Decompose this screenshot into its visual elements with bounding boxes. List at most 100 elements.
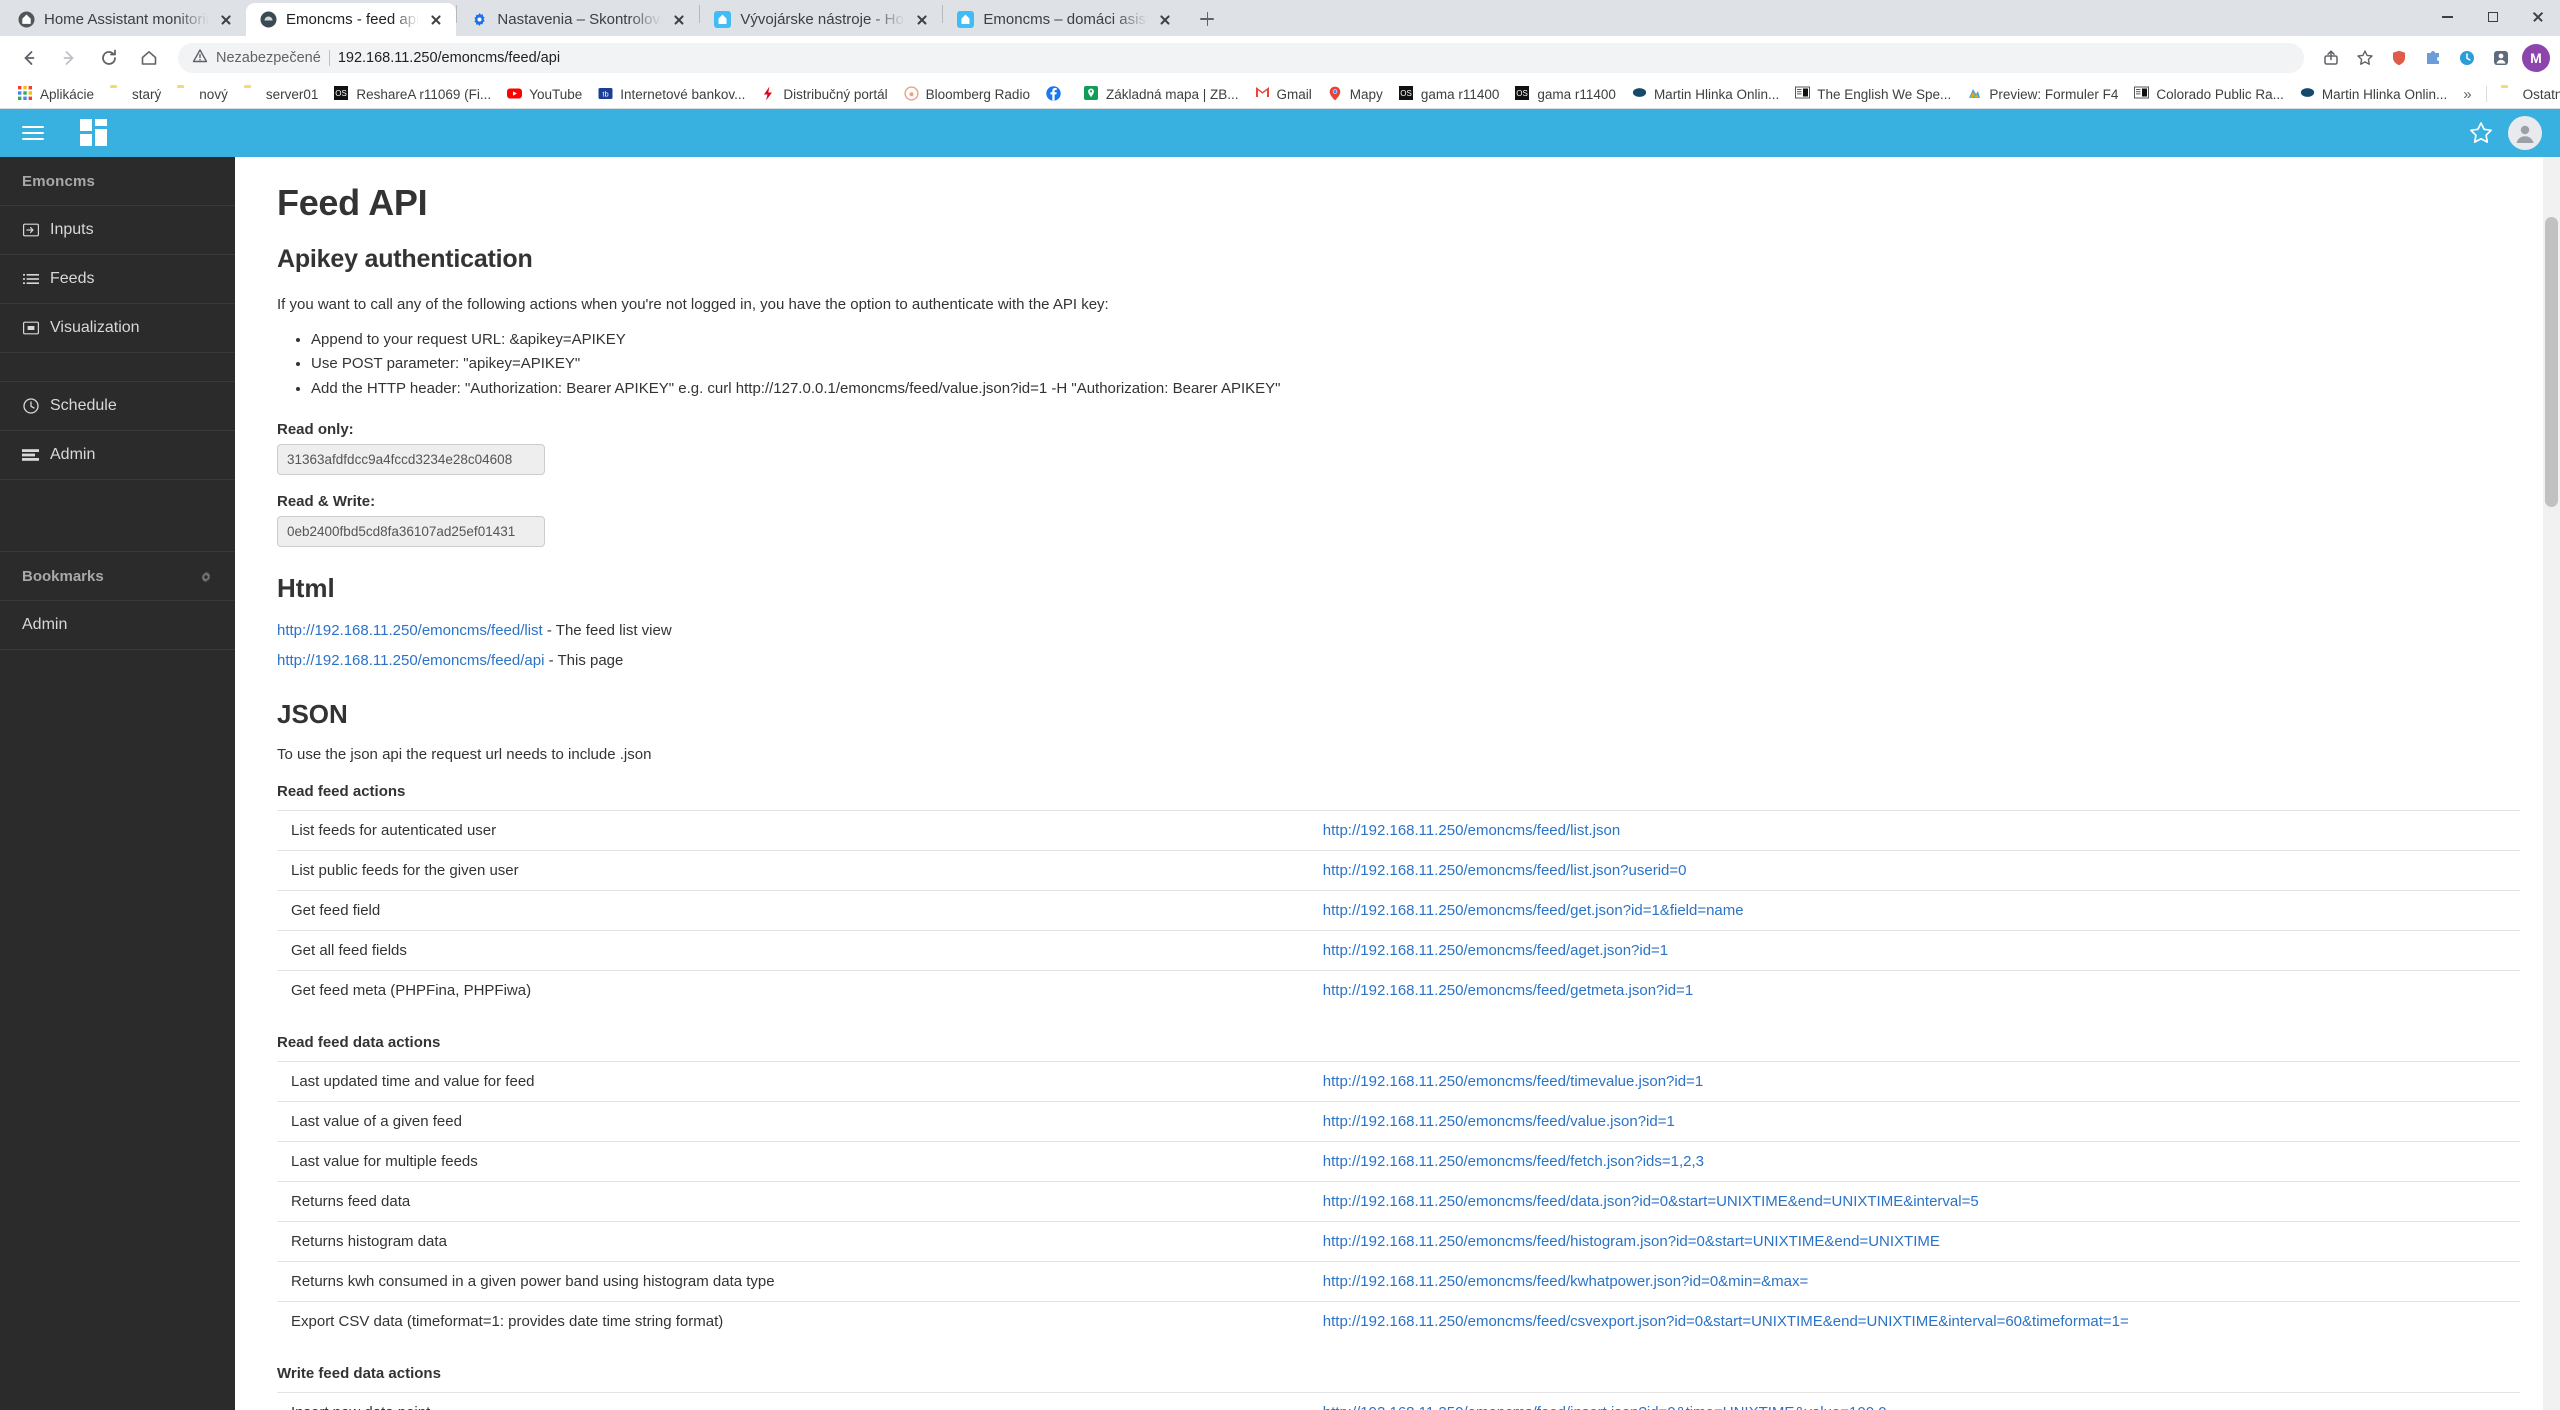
bookmark-label: Martin Hlinka Onlin... [2321, 86, 2448, 102]
minimize-button[interactable] [2425, 0, 2470, 34]
action-url[interactable]: http://192.168.11.250/emoncms/feed/fetch… [1323, 1153, 1704, 1170]
emoncms-grid-logo[interactable] [80, 119, 108, 147]
os-icon: OS [334, 86, 350, 102]
folder-icon [2501, 86, 2517, 102]
page-scrollbar[interactable] [2543, 157, 2560, 1410]
bookmark-item-ostatne[interactable]: Ostatné [2493, 83, 2560, 105]
action-url[interactable]: http://192.168.11.250/emoncms/feed/getme… [1323, 982, 1693, 999]
address-bar[interactable]: Nezabezpečené 192.168.11.250/emoncms/fee… [178, 43, 2304, 73]
bookmark-item-server01[interactable]: server01 [236, 83, 327, 105]
table-row[interactable]: Last value of a given feed http://192.168… [277, 1100, 2520, 1142]
bookmarks-overflow-button[interactable]: » [2455, 83, 2479, 106]
action-url[interactable]: http://192.168.11.250/emoncms/feed/histo… [1323, 1233, 1940, 1250]
browser-tab-5[interactable]: Emoncms – domáci asistent [943, 3, 1185, 36]
close-icon[interactable] [218, 12, 234, 28]
back-button[interactable] [10, 39, 48, 77]
home-button[interactable] [130, 39, 168, 77]
app-topbar [0, 109, 2560, 157]
close-icon[interactable] [671, 12, 687, 28]
bookmark-item-gama-1[interactable]: OS gama r11400 [1391, 83, 1508, 105]
forward-button[interactable] [50, 39, 88, 77]
new-tab-button[interactable] [1193, 5, 1221, 33]
bookmark-item-stary[interactable]: starý [102, 83, 169, 105]
close-icon[interactable] [1157, 12, 1173, 28]
bookmark-item-martin-hlinka-1[interactable]: Martin Hlinka Onlin... [1624, 83, 1787, 105]
sidebar-item-visualization[interactable]: Visualization [0, 304, 235, 353]
bookmark-item-gama-2[interactable]: OS gama r11400 [1507, 83, 1624, 105]
feed-api-link[interactable]: http://192.168.11.250/emoncms/feed/api [277, 652, 544, 669]
bookmark-label: ReshareA r11069 (Fi... [356, 86, 492, 102]
table-row[interactable]: Last value for multiple feeds http://192.… [277, 1140, 2520, 1182]
reload-button[interactable] [90, 39, 128, 77]
table-row[interactable]: Returns feed data http://192.168.11.250/e… [277, 1180, 2520, 1222]
maximize-button[interactable] [2470, 0, 2515, 34]
read-only-apikey-field[interactable]: 31363afdfdcc9a4fccd3234e28c04608 [277, 443, 545, 475]
action-url[interactable]: http://192.168.11.250/emoncms/feed/kwhat… [1323, 1273, 1808, 1290]
action-url[interactable]: http://192.168.11.250/emoncms/feed/inser… [1323, 1404, 1887, 1410]
table-row[interactable]: List feeds for autenticated user http://1… [277, 809, 2520, 851]
table-row[interactable]: Insert new data point http://192.168.11.2… [277, 1391, 2520, 1410]
browser-tab-3[interactable]: Nastavenia – Skontrolovať heslá [457, 3, 699, 36]
action-url[interactable]: http://192.168.11.250/emoncms/feed/list.… [1323, 862, 1687, 879]
action-url[interactable]: http://192.168.11.250/emoncms/feed/timev… [1323, 1073, 1703, 1090]
table-row[interactable]: Returns kwh consumed in a given power ba… [277, 1260, 2520, 1302]
hamburger-menu-icon[interactable] [14, 116, 52, 150]
table-row[interactable]: Get all feed fields http://192.168.11.250… [277, 929, 2520, 971]
action-url[interactable]: http://192.168.11.250/emoncms/feed/aget.… [1323, 942, 1668, 959]
bookmark-item-mapy[interactable]: Mapy [1320, 83, 1391, 105]
action-url[interactable]: http://192.168.11.250/emoncms/feed/list.… [1323, 822, 1620, 839]
browser-tab-1[interactable]: Home Assistant monitoring FVE a [4, 3, 246, 36]
bookmark-label: The English We Spe... [1817, 86, 1952, 102]
close-icon[interactable] [914, 12, 930, 28]
bookmark-star-icon[interactable] [2348, 41, 2382, 75]
bookmark-star-icon[interactable] [2468, 120, 2494, 146]
svg-text:tb: tb [603, 90, 609, 99]
bookmark-item-apps[interactable]: Aplikácie [10, 83, 102, 105]
table-row[interactable]: Get feed meta (PHPFina, PHPFiwa) http://1… [277, 969, 2520, 1010]
feed-list-link[interactable]: http://192.168.11.250/emoncms/feed/list [277, 622, 543, 639]
close-icon[interactable] [428, 12, 444, 28]
bookmark-item-formuler-f4[interactable]: Preview: Formuler F4 [1959, 83, 2126, 105]
action-url[interactable]: http://192.168.11.250/emoncms/feed/csvex… [1323, 1313, 2129, 1330]
browser-tab-4[interactable]: Vývojárske nástroje - Home Assis [700, 3, 942, 36]
sidebar-item-schedule[interactable]: Schedule [0, 382, 235, 431]
browser-tab-2[interactable]: Emoncms - feed api [246, 3, 457, 36]
scrollbar-thumb[interactable] [2545, 217, 2558, 507]
puzzle-extension-icon[interactable] [2416, 41, 2450, 75]
clock-extension-icon[interactable] [2450, 41, 2484, 75]
bookmark-item-zakladna-mapa[interactable]: Základná mapa | ZB... [1076, 83, 1247, 105]
bookmark-item-facebook[interactable] [1038, 83, 1076, 105]
table-row[interactable]: Last updated time and value for feed http… [277, 1060, 2520, 1102]
bookmark-item-youtube[interactable]: YouTube [499, 83, 590, 105]
table-row[interactable]: Export CSV data (timeformat=1: provides … [277, 1300, 2520, 1341]
read-write-apikey-field[interactable]: 0eb2400fbd5cd8fa36107ad25ef01431 [277, 515, 545, 547]
bookmark-item-martin-hlinka-2[interactable]: Martin Hlinka Onlin... [2292, 83, 2455, 105]
sidebar-item-feeds[interactable]: Feeds [0, 255, 235, 304]
bookmark-item-banking[interactable]: tb Internetové bankov... [590, 83, 753, 105]
bookmark-item-gmail[interactable]: Gmail [1247, 83, 1320, 105]
bookmark-item-english-we-speak[interactable]: The English We Spe... [1787, 83, 1959, 105]
sidebar-item-admin[interactable]: Admin [0, 431, 235, 480]
bookmark-item-colorado-public-radio[interactable]: Colorado Public Ra... [2126, 83, 2292, 105]
table-row[interactable]: Returns histogram data http://192.168.11.… [277, 1220, 2520, 1262]
action-url[interactable]: http://192.168.11.250/emoncms/feed/data.… [1323, 1193, 1979, 1210]
bookmark-item-bloomberg[interactable]: Bloomberg Radio [896, 83, 1038, 105]
share-icon[interactable] [2314, 41, 2348, 75]
sidebar-item-inputs[interactable]: Inputs [0, 206, 235, 255]
user-avatar-icon[interactable] [2508, 116, 2542, 150]
action-url[interactable]: http://192.168.11.250/emoncms/feed/value… [1323, 1113, 1675, 1130]
bookmark-item-novy[interactable]: nový [169, 83, 236, 105]
close-window-button[interactable] [2515, 0, 2560, 34]
sidebar-bookmark-item-admin[interactable]: Admin [0, 601, 235, 650]
action-description: Insert new data point [277, 1391, 1309, 1410]
svg-text:OS: OS [336, 89, 348, 98]
table-row[interactable]: List public feeds for the given user http… [277, 849, 2520, 891]
shield-extension-icon[interactable] [2382, 41, 2416, 75]
table-row[interactable]: Get feed field http://192.168.11.250/emon… [277, 889, 2520, 931]
bookmark-item-reshare[interactable]: OS ReshareA r11069 (Fi... [326, 83, 499, 105]
action-url[interactable]: http://192.168.11.250/emoncms/feed/get.j… [1323, 902, 1744, 919]
profile-badge-icon[interactable] [2484, 41, 2518, 75]
avatar[interactable]: M [2522, 44, 2550, 72]
bookmark-item-distribucny[interactable]: Distribučný portál [753, 83, 895, 105]
gear-icon[interactable] [199, 570, 213, 584]
